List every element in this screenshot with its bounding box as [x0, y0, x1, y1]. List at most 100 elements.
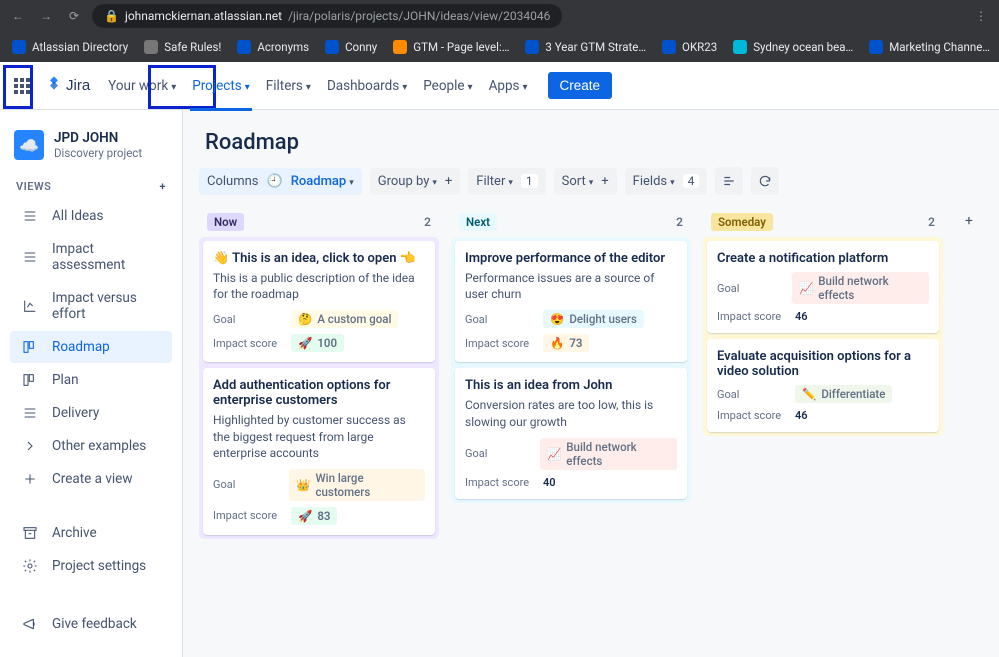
sidebar-item-plan[interactable]: Plan: [10, 364, 172, 396]
list-icon: [22, 405, 38, 421]
bookmark-item[interactable]: OKR23: [658, 38, 721, 56]
sidebar-item-create-a-view[interactable]: Create a view: [10, 463, 172, 495]
groupby-control[interactable]: Group by +: [370, 168, 461, 195]
column-count: 2: [676, 215, 683, 229]
bookmark-item[interactable]: Atlassian Directory: [8, 38, 132, 56]
sidebar-item-other-examples[interactable]: Other examples: [10, 430, 172, 462]
goal-pill: 😍Delight users: [543, 310, 644, 328]
bookmark-item[interactable]: Sydney ocean bea…: [729, 38, 857, 56]
bookmark-item[interactable]: Safe Rules!: [140, 38, 225, 56]
impact-field-label: Impact score: [465, 476, 535, 489]
favicon: [733, 40, 747, 54]
url-path: /jira/polaris/projects/JOHN/ideas/view/2…: [288, 9, 550, 23]
nav-item-apps[interactable]: Apps: [481, 72, 536, 100]
bookmark-label: Conny: [345, 40, 377, 54]
jira-brand-text: Jira: [66, 77, 90, 94]
browser-forward-icon[interactable]: →: [36, 6, 56, 26]
sidebar-item-label: Roadmap: [52, 339, 110, 355]
jira-logo[interactable]: Jira: [40, 75, 96, 96]
goal-emoji-icon: 👑: [296, 478, 310, 492]
idea-card[interactable]: This is an idea from JohnConversion rate…: [455, 368, 687, 498]
bookmark-item[interactable]: Conny: [321, 38, 381, 56]
bookmark-item[interactable]: 3 Year GTM Strate…: [521, 38, 650, 56]
card-title: Evaluate acquisition options for a video…: [717, 349, 929, 379]
board-icon: [22, 372, 38, 388]
goal-emoji-icon: 📈: [547, 447, 561, 461]
view-settings-icon[interactable]: [715, 167, 743, 195]
nav-item-dashboards[interactable]: Dashboards: [319, 72, 415, 100]
goal-pill: 📈Build network effects: [792, 272, 929, 304]
axes-icon: [22, 298, 38, 314]
jira-logo-icon: [46, 75, 62, 96]
goal-emoji-icon: 😍: [550, 312, 564, 326]
board: Now 2 👋 This is an idea, click to open 👈…: [199, 207, 983, 539]
project-header[interactable]: ☁️ JPD JOHN Discovery project: [4, 126, 178, 174]
nav-item-people[interactable]: People: [415, 72, 480, 100]
sidebar-item-impact-assessment[interactable]: Impact assessment: [10, 233, 172, 281]
board-icon: [22, 339, 38, 355]
sort-control[interactable]: Sort +: [554, 168, 617, 195]
nav-item-projects[interactable]: Projects: [184, 72, 258, 100]
sidebar-footer-give-feedback[interactable]: Give feedback: [10, 608, 172, 640]
create-button[interactable]: Create: [548, 72, 613, 99]
sidebar-footer-archive[interactable]: Archive: [10, 517, 172, 549]
list-icon: [22, 208, 38, 224]
idea-card[interactable]: Improve performance of the editorPerform…: [455, 241, 687, 362]
lock-icon: 🔒: [104, 9, 119, 23]
bookmark-item[interactable]: Marketing Channe…: [865, 38, 994, 56]
sidebar-item-label: Other examples: [52, 438, 146, 454]
board-column-someday: Someday 2 Create a notification platform…: [703, 207, 943, 436]
list-icon: [22, 249, 38, 265]
idea-card[interactable]: Create a notification platformGoal📈Build…: [707, 241, 939, 333]
filter-control[interactable]: Filter 1: [468, 168, 545, 195]
page-title: Roadmap: [205, 130, 983, 155]
sidebar-item-label: Give feedback: [52, 616, 137, 632]
app-switcher-icon[interactable]: [8, 72, 36, 100]
nav-item-your-work[interactable]: Your work: [100, 72, 184, 100]
favicon: [325, 40, 339, 54]
goal-emoji-icon: 📈: [799, 281, 813, 295]
goal-pill: 👑Win large customers: [289, 469, 425, 501]
add-view-icon[interactable]: +: [159, 180, 166, 193]
favicon: [12, 40, 26, 54]
extensions-icon[interactable]: ⋮: [971, 6, 991, 26]
idea-card[interactable]: Evaluate acquisition options for a video…: [707, 339, 939, 432]
browser-reload-icon[interactable]: ⟳: [64, 6, 84, 26]
sidebar-item-delivery[interactable]: Delivery: [10, 397, 172, 429]
bookmark-item[interactable]: GTM - Page level:…: [389, 38, 513, 56]
sidebar-footer-project-settings[interactable]: Project settings: [10, 550, 172, 582]
bookmark-item[interactable]: Acronyms: [233, 38, 313, 56]
bookmark-label: Safe Rules!: [164, 40, 221, 54]
sidebar-item-label: Delivery: [52, 405, 99, 421]
groupby-add-icon[interactable]: +: [445, 174, 452, 189]
nav-item-filters[interactable]: Filters: [258, 72, 319, 100]
browser-back-icon[interactable]: ←: [8, 6, 28, 26]
bookmark-label: Acronyms: [257, 40, 309, 54]
fields-control[interactable]: Fields 4: [625, 168, 708, 195]
impact-field-label: Impact score: [213, 509, 283, 522]
goal-field-label: Goal: [213, 313, 283, 326]
sort-add-icon[interactable]: +: [601, 174, 608, 189]
sidebar: ☁️ JPD JOHN Discovery project VIEWS + Al…: [0, 110, 183, 657]
card-title: This is an idea from John: [465, 378, 677, 393]
score-emoji-icon: 🚀: [298, 509, 312, 523]
sidebar-item-roadmap[interactable]: Roadmap: [10, 331, 172, 363]
sidebar-item-impact-versus-effort[interactable]: Impact versus effort: [10, 282, 172, 330]
column-tag: Someday: [711, 213, 773, 231]
address-bar[interactable]: 🔒 johnamckiernan.atlassian.net/jira/pola…: [92, 4, 562, 28]
columns-control[interactable]: Columns 🕘 Roadmap: [199, 168, 362, 195]
card-description: Performance issues are a source of user …: [465, 270, 677, 302]
column-stack: Create a notification platformGoal📈Build…: [703, 237, 943, 436]
score-pill: 🚀100: [291, 334, 344, 352]
autosave-icon[interactable]: [751, 167, 779, 195]
goal-field-label: Goal: [213, 478, 281, 491]
impact-field-label: Impact score: [717, 409, 787, 422]
sidebar-item-all-ideas[interactable]: All Ideas: [10, 200, 172, 232]
goal-pill: 🤔A custom goal: [291, 310, 398, 328]
score-value: 46: [795, 310, 808, 323]
sidebar-item-label: Plan: [52, 372, 79, 388]
idea-card[interactable]: Add authentication options for enterpris…: [203, 368, 435, 535]
top-nav: Jira Your workProjectsFiltersDashboardsP…: [0, 62, 999, 110]
idea-card[interactable]: 👋 This is an idea, click to open 👈This i…: [203, 241, 435, 362]
add-column-button[interactable]: +: [955, 207, 983, 235]
